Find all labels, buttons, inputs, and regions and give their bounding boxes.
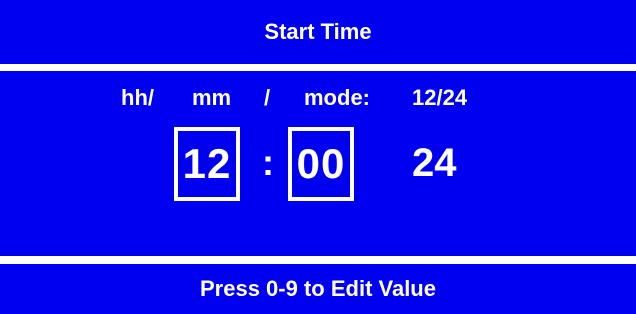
minute-field[interactable]: 00 <box>288 127 354 201</box>
hour-field[interactable]: 12 <box>174 127 240 201</box>
page-title: Start Time <box>264 19 372 44</box>
mode-field[interactable]: 24 <box>412 141 457 185</box>
time-colon: : <box>262 142 274 183</box>
minute-label: mm <box>192 85 232 110</box>
hour-label: hh/ <box>121 85 154 110</box>
instruction-bar: Press 0-9 to Edit Value <box>0 264 636 314</box>
mode-label: mode: <box>304 85 370 110</box>
field-labels-row: hh/ mm / mode: 12/24 <box>0 85 636 115</box>
time-editor-panel: hh/ mm / mode: 12/24 12 : 00 24 <box>0 71 636 256</box>
mode-options-label: 12/24 <box>412 85 468 110</box>
title-bar: Start Time <box>0 0 636 64</box>
edit-hint-text: Press 0-9 to Edit Value <box>200 276 436 301</box>
label-separator: / <box>264 85 271 110</box>
